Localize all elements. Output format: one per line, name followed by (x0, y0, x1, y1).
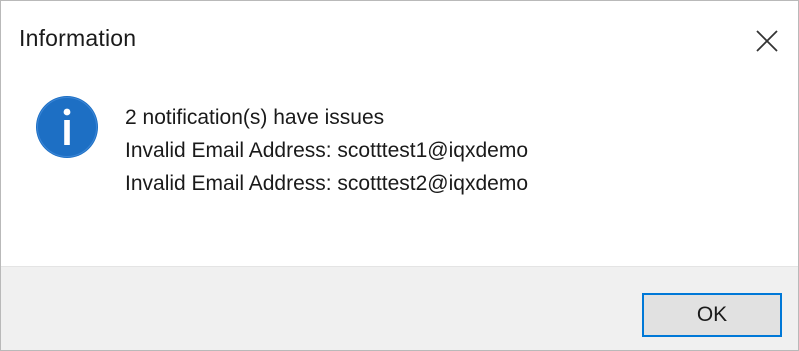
message-text: 2 notification(s) have issues Invalid Em… (125, 101, 528, 200)
message-line-summary: 2 notification(s) have issues (125, 106, 385, 129)
message-line-error: Invalid Email Address: scotttest1@iqxdem… (125, 139, 528, 162)
information-dialog: Information 2 notification(s) have issue… (0, 0, 799, 351)
message-line-error: Invalid Email Address: scotttest2@iqxdem… (125, 172, 528, 195)
title-bar: Information (1, 1, 798, 79)
button-bar: OK (1, 266, 798, 350)
ok-button[interactable]: OK (642, 293, 782, 337)
close-button[interactable] (741, 15, 791, 65)
dialog-content: 2 notification(s) have issues Invalid Em… (1, 79, 798, 265)
dialog-title: Information (19, 25, 137, 51)
info-icon (36, 96, 98, 158)
close-icon (756, 30, 778, 52)
